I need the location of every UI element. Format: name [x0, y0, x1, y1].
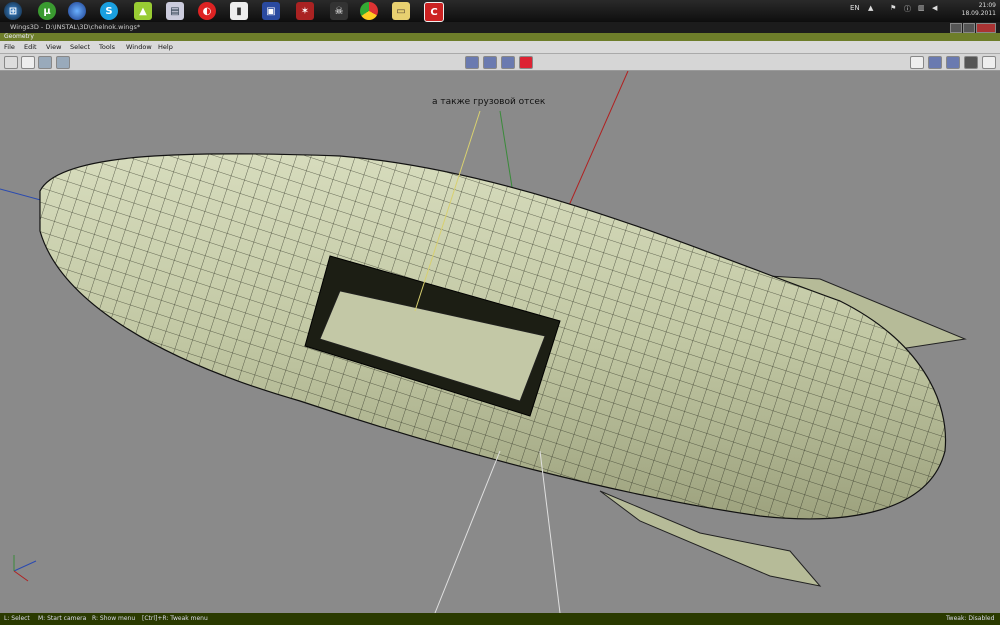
scanner-icon[interactable]: ▤	[166, 2, 184, 20]
geometry-label: Geometry	[4, 33, 34, 40]
menu-window[interactable]: Window	[126, 43, 152, 51]
orientation-axes-icon	[13, 555, 37, 582]
viewport-annotation: а также грузовой отсек	[432, 97, 546, 107]
menu-help[interactable]: Help	[158, 43, 173, 51]
3d-viewport[interactable]: а также грузовой отсек	[0, 71, 1000, 613]
minimize-button[interactable]	[950, 23, 962, 33]
tray-arrow-icon[interactable]: ▲	[868, 4, 873, 12]
tray-volume-icon[interactable]: ◀	[932, 4, 937, 12]
status-bar: L: Select M: Start camera R: Show menu […	[0, 613, 1000, 625]
shaded-view-icon[interactable]	[928, 56, 942, 69]
clock[interactable]: 21:09 18.09.2011	[962, 2, 996, 18]
vertex-mode-icon[interactable]	[465, 56, 479, 69]
clock-date: 18.09.2011	[961, 10, 996, 17]
utorrent-icon[interactable]: µ	[38, 2, 56, 20]
toolbar	[0, 54, 1000, 71]
tray-network-icon[interactable]: ▥	[918, 4, 925, 12]
status-camera: M: Start camera	[38, 615, 87, 622]
axes-toggle-icon[interactable]	[982, 56, 996, 69]
skype-icon[interactable]: S	[100, 2, 118, 20]
virus-scan-icon[interactable]: ◐	[198, 2, 216, 20]
window-title: Wings3D - D:\INSTAL\3D\chelnok.wings*	[10, 23, 141, 31]
wireframe-view-icon[interactable]	[946, 56, 960, 69]
menu-tools[interactable]: Tools	[99, 43, 115, 51]
menu-select[interactable]: Select	[70, 43, 90, 51]
tray-info-icon[interactable]: ⓘ	[904, 4, 911, 14]
status-tweak-state: Tweak: Disabled	[946, 615, 995, 622]
android-icon[interactable]: ▲	[134, 2, 152, 20]
file-manager-icon[interactable]: ▭	[392, 2, 410, 20]
edge-mode-icon[interactable]	[483, 56, 497, 69]
wings3d-icon[interactable]: C	[424, 2, 444, 22]
google-earth-icon[interactable]	[68, 2, 86, 20]
phone-icon[interactable]: ▮	[230, 2, 248, 20]
windows-taskbar: ⊞ µ S ▲ ▤ ◐ ▮ ▣ ✶ ☠ ▭ C EN ▲ ⚑ ⓘ ▥ ◀ 21:…	[0, 0, 1000, 22]
tray-flag-icon[interactable]: ⚑	[890, 4, 896, 12]
status-menu: R: Show menu	[92, 615, 136, 622]
open-folder-icon[interactable]	[4, 56, 18, 69]
ground-guide-line-1	[434, 450, 501, 613]
face-mode-icon[interactable]	[501, 56, 515, 69]
body-mode-icon[interactable]	[519, 56, 533, 69]
undo-arrow-icon[interactable]	[38, 56, 52, 69]
ground-plane-icon[interactable]	[964, 56, 978, 69]
menu-bar: File Edit View Select Tools Window Help	[0, 41, 1000, 54]
menu-view[interactable]: View	[46, 43, 61, 51]
chrome-icon[interactable]	[360, 2, 378, 20]
geometry-window-bar: Geometry	[0, 33, 1000, 41]
fire-icon[interactable]: ✶	[296, 2, 314, 20]
maximize-button[interactable]	[963, 23, 975, 33]
redo-arrow-icon[interactable]	[56, 56, 70, 69]
status-select: L: Select	[4, 615, 30, 622]
menu-edit[interactable]: Edit	[24, 43, 37, 51]
window-titlebar: Wings3D - D:\INSTAL\3D\chelnok.wings*	[0, 22, 1000, 33]
save-icon[interactable]	[21, 56, 35, 69]
outliner-icon[interactable]	[910, 56, 924, 69]
clock-time: 21:09	[978, 2, 996, 9]
language-indicator[interactable]: EN	[850, 4, 860, 12]
start-orb-icon[interactable]: ⊞	[4, 2, 22, 20]
status-tweak-menu: [Ctrl]+R: Tweak menu	[142, 615, 208, 622]
floppy-save-icon[interactable]: ▣	[262, 2, 280, 20]
model-canvas	[0, 71, 967, 613]
close-button[interactable]	[976, 23, 996, 33]
skull-icon[interactable]: ☠	[330, 2, 348, 20]
menu-file[interactable]: File	[4, 43, 15, 51]
